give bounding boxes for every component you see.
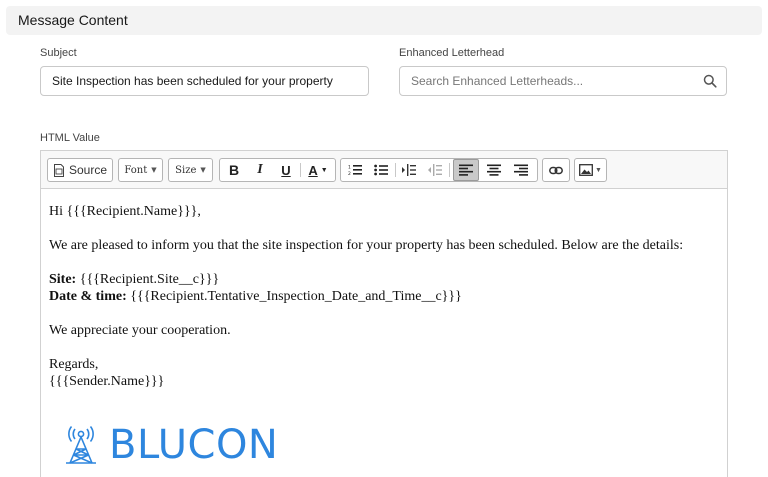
italic-button[interactable]: I [248, 159, 272, 181]
font-dropdown[interactable]: Font ▼ [118, 158, 163, 182]
source-button[interactable]: Source [47, 158, 113, 182]
numbered-list-icon: 1 2 [348, 165, 362, 176]
outdent-button[interactable] [423, 159, 447, 181]
link-icon [549, 166, 563, 174]
letterhead-placeholder: Search Enhanced Letterheads... [411, 74, 584, 88]
underline-button[interactable]: U [274, 159, 298, 181]
bold-button[interactable]: B [222, 159, 246, 181]
section-header: Message Content [6, 6, 762, 35]
text-color-button[interactable]: A ▼ [302, 159, 334, 181]
bulleted-list-icon [374, 164, 388, 176]
subject-value: Site Inspection has been scheduled for y… [52, 74, 333, 88]
align-left-button[interactable] [453, 159, 479, 181]
text-format-group: B I U A ▼ [219, 158, 336, 182]
date-label: Date & time: [49, 289, 127, 304]
indent-button[interactable] [397, 159, 421, 181]
greeting-line: Hi {{{Recipient.Name}}}, [49, 204, 201, 219]
tower-icon [66, 426, 96, 464]
image-button[interactable]: ▼ [574, 158, 607, 182]
indent-icon [402, 164, 416, 176]
font-label: Font [124, 164, 148, 176]
align-center-icon [487, 164, 501, 176]
chevron-down-icon: ▼ [151, 166, 157, 174]
align-center-button[interactable] [482, 159, 506, 181]
sender-line: {{{Sender.Name}}} [49, 374, 165, 389]
date-value: {{{Recipient.Tentative_Inspection_Date_a… [126, 289, 462, 304]
site-value: {{{Recipient.Site__c}}} [76, 272, 220, 287]
svg-text:2: 2 [348, 171, 351, 176]
site-label: Site: [49, 272, 77, 287]
outdent-icon [428, 164, 442, 176]
chevron-down-icon: ▼ [595, 166, 602, 174]
editor-toolbar: Source Font ▼ Size ▼ B I U A ▼ 1 2 ▼ [41, 151, 727, 189]
section-title: Message Content [18, 12, 128, 28]
size-dropdown[interactable]: Size ▼ [168, 158, 213, 182]
image-icon [579, 164, 593, 176]
numbered-list-button[interactable]: 1 2 [343, 159, 367, 181]
paragraph-group: 1 2 [340, 158, 538, 182]
appreciation-line: We appreciate your cooperation. [49, 323, 231, 338]
date-line: Date & time: {{{Recipient.Tentative_Insp… [49, 288, 719, 305]
regards-line: Regards, [49, 357, 99, 372]
html-value-label: HTML Value [40, 132, 100, 144]
link-button[interactable] [542, 158, 570, 182]
chevron-down-icon: ▼ [320, 166, 328, 174]
svg-text:1: 1 [348, 165, 351, 171]
letterhead-search-input[interactable]: Search Enhanced Letterheads... [399, 66, 727, 96]
chevron-down-icon: ▼ [200, 166, 206, 174]
blucon-logo: BLUCON [61, 423, 278, 467]
text-color-icon: A [308, 162, 318, 178]
source-label: Source [68, 163, 108, 177]
align-left-icon [459, 164, 473, 176]
subject-input[interactable]: Site Inspection has been scheduled for y… [40, 66, 369, 96]
html-editor[interactable]: Source Font ▼ Size ▼ B I U A ▼ 1 2 ▼ Hi … [40, 150, 728, 477]
subject-label: Subject [40, 47, 77, 59]
intro-paragraph: We are pleased to inform you that the si… [49, 238, 684, 253]
align-right-button[interactable] [509, 159, 533, 181]
source-icon [53, 163, 64, 177]
letterhead-label: Enhanced Letterhead [399, 47, 505, 59]
align-right-icon [514, 164, 528, 176]
search-icon [703, 74, 717, 88]
logo-text: BLUCON [109, 422, 279, 468]
size-label: Size [175, 164, 197, 176]
bulleted-list-button[interactable] [369, 159, 393, 181]
editor-content[interactable]: Hi {{{Recipient.Name}}}, We are pleased … [49, 203, 719, 390]
site-line: Site: {{{Recipient.Site__c}}} [49, 271, 719, 288]
